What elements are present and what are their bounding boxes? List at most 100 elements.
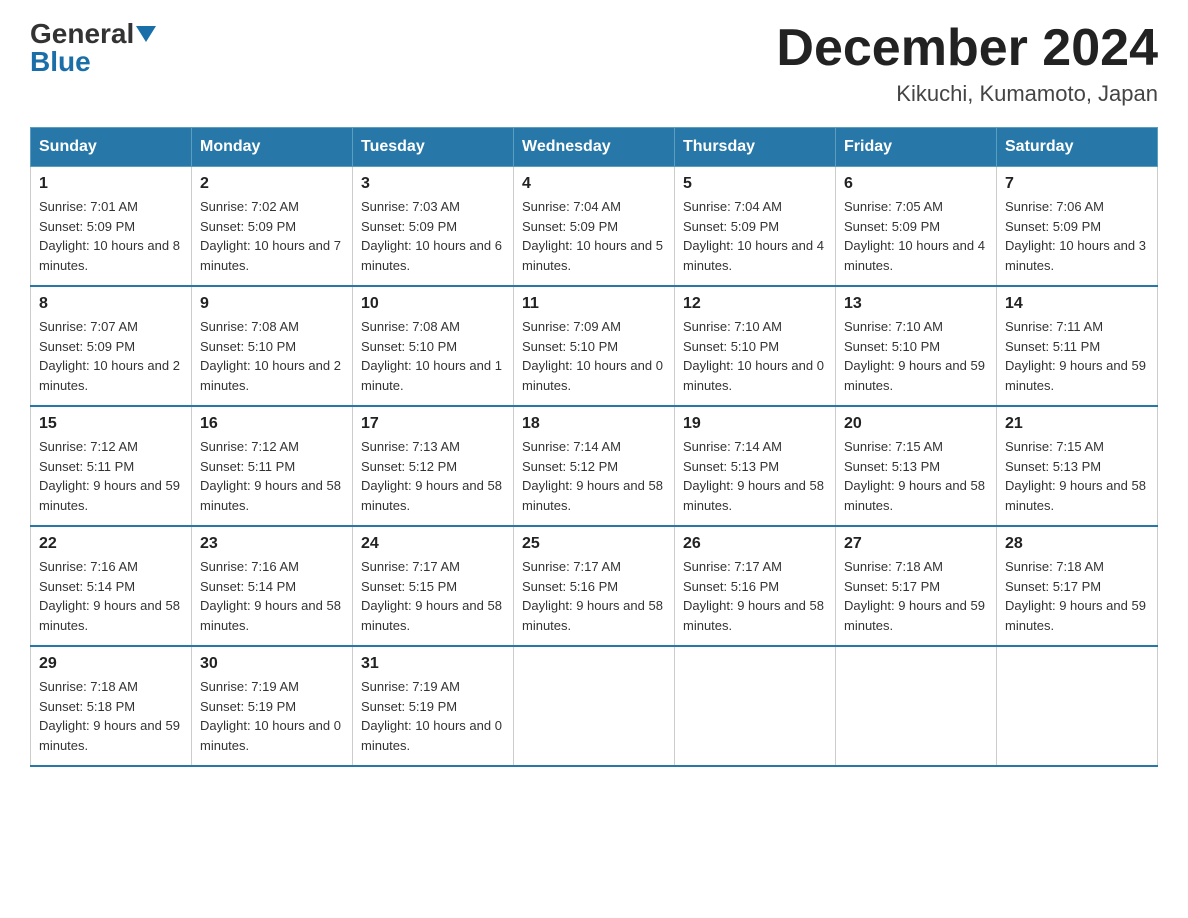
calendar-week-row: 22 Sunrise: 7:16 AM Sunset: 5:14 PM Dayl… bbox=[31, 526, 1158, 646]
day-number: 11 bbox=[522, 295, 666, 313]
day-number: 2 bbox=[200, 175, 344, 193]
day-number: 25 bbox=[522, 535, 666, 553]
day-number: 21 bbox=[1005, 415, 1149, 433]
day-info: Sunrise: 7:18 AM Sunset: 5:17 PM Dayligh… bbox=[844, 557, 988, 635]
day-info: Sunrise: 7:03 AM Sunset: 5:09 PM Dayligh… bbox=[361, 197, 505, 275]
calendar-week-row: 1 Sunrise: 7:01 AM Sunset: 5:09 PM Dayli… bbox=[31, 167, 1158, 287]
calendar-day-cell: 4 Sunrise: 7:04 AM Sunset: 5:09 PM Dayli… bbox=[514, 167, 675, 287]
calendar-day-cell: 26 Sunrise: 7:17 AM Sunset: 5:16 PM Dayl… bbox=[675, 526, 836, 646]
header-wednesday: Wednesday bbox=[514, 128, 675, 167]
day-number: 28 bbox=[1005, 535, 1149, 553]
title-block: December 2024 Kikuchi, Kumamoto, Japan bbox=[776, 20, 1158, 107]
calendar-day-cell: 2 Sunrise: 7:02 AM Sunset: 5:09 PM Dayli… bbox=[192, 167, 353, 287]
logo-general: General bbox=[30, 20, 134, 48]
day-number: 15 bbox=[39, 415, 183, 433]
day-info: Sunrise: 7:08 AM Sunset: 5:10 PM Dayligh… bbox=[200, 317, 344, 395]
day-info: Sunrise: 7:13 AM Sunset: 5:12 PM Dayligh… bbox=[361, 437, 505, 515]
day-info: Sunrise: 7:15 AM Sunset: 5:13 PM Dayligh… bbox=[1005, 437, 1149, 515]
day-number: 4 bbox=[522, 175, 666, 193]
logo-triangle-icon bbox=[136, 26, 156, 42]
calendar-day-cell: 3 Sunrise: 7:03 AM Sunset: 5:09 PM Dayli… bbox=[353, 167, 514, 287]
day-info: Sunrise: 7:16 AM Sunset: 5:14 PM Dayligh… bbox=[39, 557, 183, 635]
day-info: Sunrise: 7:12 AM Sunset: 5:11 PM Dayligh… bbox=[39, 437, 183, 515]
logo: General Blue bbox=[30, 20, 156, 76]
calendar-week-row: 29 Sunrise: 7:18 AM Sunset: 5:18 PM Dayl… bbox=[31, 646, 1158, 766]
page-header: General Blue December 2024 Kikuchi, Kuma… bbox=[30, 20, 1158, 107]
calendar-day-cell: 5 Sunrise: 7:04 AM Sunset: 5:09 PM Dayli… bbox=[675, 167, 836, 287]
day-info: Sunrise: 7:19 AM Sunset: 5:19 PM Dayligh… bbox=[200, 677, 344, 755]
calendar-day-cell: 27 Sunrise: 7:18 AM Sunset: 5:17 PM Dayl… bbox=[836, 526, 997, 646]
day-number: 13 bbox=[844, 295, 988, 313]
calendar-day-cell: 30 Sunrise: 7:19 AM Sunset: 5:19 PM Dayl… bbox=[192, 646, 353, 766]
day-info: Sunrise: 7:15 AM Sunset: 5:13 PM Dayligh… bbox=[844, 437, 988, 515]
day-info: Sunrise: 7:05 AM Sunset: 5:09 PM Dayligh… bbox=[844, 197, 988, 275]
day-number: 19 bbox=[683, 415, 827, 433]
day-info: Sunrise: 7:17 AM Sunset: 5:15 PM Dayligh… bbox=[361, 557, 505, 635]
day-info: Sunrise: 7:08 AM Sunset: 5:10 PM Dayligh… bbox=[361, 317, 505, 395]
day-number: 29 bbox=[39, 655, 183, 673]
calendar-day-cell: 29 Sunrise: 7:18 AM Sunset: 5:18 PM Dayl… bbox=[31, 646, 192, 766]
calendar-day-cell: 25 Sunrise: 7:17 AM Sunset: 5:16 PM Dayl… bbox=[514, 526, 675, 646]
day-number: 27 bbox=[844, 535, 988, 553]
day-info: Sunrise: 7:06 AM Sunset: 5:09 PM Dayligh… bbox=[1005, 197, 1149, 275]
day-info: Sunrise: 7:14 AM Sunset: 5:13 PM Dayligh… bbox=[683, 437, 827, 515]
calendar-day-cell: 9 Sunrise: 7:08 AM Sunset: 5:10 PM Dayli… bbox=[192, 286, 353, 406]
calendar-week-row: 8 Sunrise: 7:07 AM Sunset: 5:09 PM Dayli… bbox=[31, 286, 1158, 406]
calendar-day-cell: 7 Sunrise: 7:06 AM Sunset: 5:09 PM Dayli… bbox=[997, 167, 1158, 287]
day-info: Sunrise: 7:18 AM Sunset: 5:18 PM Dayligh… bbox=[39, 677, 183, 755]
day-number: 14 bbox=[1005, 295, 1149, 313]
day-info: Sunrise: 7:12 AM Sunset: 5:11 PM Dayligh… bbox=[200, 437, 344, 515]
calendar-day-cell: 31 Sunrise: 7:19 AM Sunset: 5:19 PM Dayl… bbox=[353, 646, 514, 766]
calendar-day-cell bbox=[675, 646, 836, 766]
calendar-subtitle: Kikuchi, Kumamoto, Japan bbox=[776, 81, 1158, 107]
day-info: Sunrise: 7:10 AM Sunset: 5:10 PM Dayligh… bbox=[844, 317, 988, 395]
header-thursday: Thursday bbox=[675, 128, 836, 167]
calendar-day-cell bbox=[836, 646, 997, 766]
day-info: Sunrise: 7:02 AM Sunset: 5:09 PM Dayligh… bbox=[200, 197, 344, 275]
calendar-day-cell: 19 Sunrise: 7:14 AM Sunset: 5:13 PM Dayl… bbox=[675, 406, 836, 526]
calendar-day-cell: 10 Sunrise: 7:08 AM Sunset: 5:10 PM Dayl… bbox=[353, 286, 514, 406]
day-info: Sunrise: 7:07 AM Sunset: 5:09 PM Dayligh… bbox=[39, 317, 183, 395]
day-number: 20 bbox=[844, 415, 988, 433]
calendar-day-cell: 1 Sunrise: 7:01 AM Sunset: 5:09 PM Dayli… bbox=[31, 167, 192, 287]
calendar-day-cell: 14 Sunrise: 7:11 AM Sunset: 5:11 PM Dayl… bbox=[997, 286, 1158, 406]
day-info: Sunrise: 7:18 AM Sunset: 5:17 PM Dayligh… bbox=[1005, 557, 1149, 635]
day-info: Sunrise: 7:11 AM Sunset: 5:11 PM Dayligh… bbox=[1005, 317, 1149, 395]
calendar-week-row: 15 Sunrise: 7:12 AM Sunset: 5:11 PM Dayl… bbox=[31, 406, 1158, 526]
header-tuesday: Tuesday bbox=[353, 128, 514, 167]
calendar-title: December 2024 bbox=[776, 20, 1158, 77]
calendar-day-cell: 28 Sunrise: 7:18 AM Sunset: 5:17 PM Dayl… bbox=[997, 526, 1158, 646]
day-number: 24 bbox=[361, 535, 505, 553]
calendar-day-cell: 8 Sunrise: 7:07 AM Sunset: 5:09 PM Dayli… bbox=[31, 286, 192, 406]
day-info: Sunrise: 7:09 AM Sunset: 5:10 PM Dayligh… bbox=[522, 317, 666, 395]
calendar-day-cell: 23 Sunrise: 7:16 AM Sunset: 5:14 PM Dayl… bbox=[192, 526, 353, 646]
logo-blue: Blue bbox=[30, 48, 91, 76]
day-info: Sunrise: 7:10 AM Sunset: 5:10 PM Dayligh… bbox=[683, 317, 827, 395]
day-number: 30 bbox=[200, 655, 344, 673]
calendar-day-cell: 20 Sunrise: 7:15 AM Sunset: 5:13 PM Dayl… bbox=[836, 406, 997, 526]
day-number: 10 bbox=[361, 295, 505, 313]
calendar-day-cell: 6 Sunrise: 7:05 AM Sunset: 5:09 PM Dayli… bbox=[836, 167, 997, 287]
day-info: Sunrise: 7:14 AM Sunset: 5:12 PM Dayligh… bbox=[522, 437, 666, 515]
day-info: Sunrise: 7:01 AM Sunset: 5:09 PM Dayligh… bbox=[39, 197, 183, 275]
header-monday: Monday bbox=[192, 128, 353, 167]
calendar-day-cell: 13 Sunrise: 7:10 AM Sunset: 5:10 PM Dayl… bbox=[836, 286, 997, 406]
calendar-day-cell bbox=[514, 646, 675, 766]
day-number: 5 bbox=[683, 175, 827, 193]
calendar-header-row: Sunday Monday Tuesday Wednesday Thursday… bbox=[31, 128, 1158, 167]
day-number: 26 bbox=[683, 535, 827, 553]
day-info: Sunrise: 7:04 AM Sunset: 5:09 PM Dayligh… bbox=[683, 197, 827, 275]
day-number: 23 bbox=[200, 535, 344, 553]
day-number: 12 bbox=[683, 295, 827, 313]
day-number: 22 bbox=[39, 535, 183, 553]
calendar-table: Sunday Monday Tuesday Wednesday Thursday… bbox=[30, 127, 1158, 767]
header-sunday: Sunday bbox=[31, 128, 192, 167]
header-saturday: Saturday bbox=[997, 128, 1158, 167]
day-number: 8 bbox=[39, 295, 183, 313]
day-info: Sunrise: 7:16 AM Sunset: 5:14 PM Dayligh… bbox=[200, 557, 344, 635]
calendar-day-cell: 15 Sunrise: 7:12 AM Sunset: 5:11 PM Dayl… bbox=[31, 406, 192, 526]
day-number: 16 bbox=[200, 415, 344, 433]
calendar-day-cell: 22 Sunrise: 7:16 AM Sunset: 5:14 PM Dayl… bbox=[31, 526, 192, 646]
day-number: 9 bbox=[200, 295, 344, 313]
day-info: Sunrise: 7:17 AM Sunset: 5:16 PM Dayligh… bbox=[522, 557, 666, 635]
